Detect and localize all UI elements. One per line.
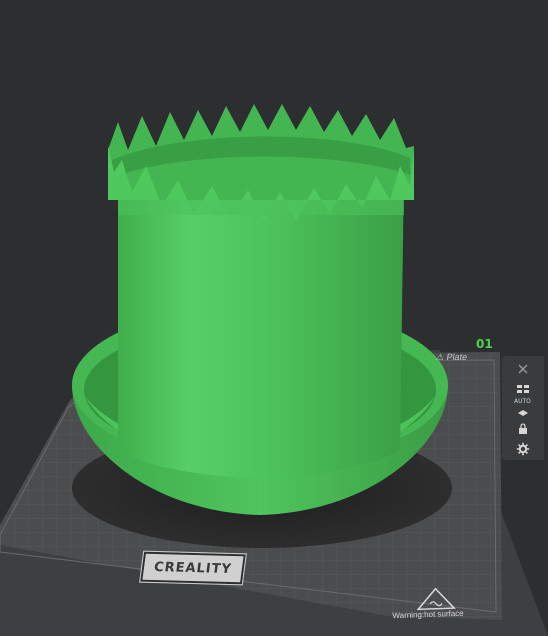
auto-orient-tool-button[interactable]: AUTO	[510, 398, 536, 418]
settings-tool-button[interactable]	[510, 440, 536, 458]
arrange-tool-button[interactable]	[510, 380, 536, 398]
hot-surface-warning: Warning:hot surface	[391, 587, 464, 620]
3d-viewport[interactable]	[0, 0, 548, 636]
creality-logo: CREALITY	[139, 550, 247, 586]
auto-orient-icon	[518, 410, 528, 416]
plate-name-label[interactable]: ⚠ Plate	[435, 352, 468, 363]
close-tool-button[interactable]	[510, 360, 536, 378]
model-cylinder[interactable]	[108, 104, 414, 478]
auto-label: AUTO	[514, 398, 531, 405]
lock-tool-button[interactable]	[510, 420, 536, 438]
close-icon	[518, 364, 528, 374]
plate-toolbar: AUTO	[502, 356, 544, 460]
warning-icon	[416, 587, 456, 611]
plate-name-text: Plate	[445, 352, 468, 362]
plate-number[interactable]: 01	[476, 337, 493, 351]
arrange-icon	[517, 385, 529, 393]
gear-icon	[516, 442, 530, 456]
lock-icon	[519, 423, 527, 434]
